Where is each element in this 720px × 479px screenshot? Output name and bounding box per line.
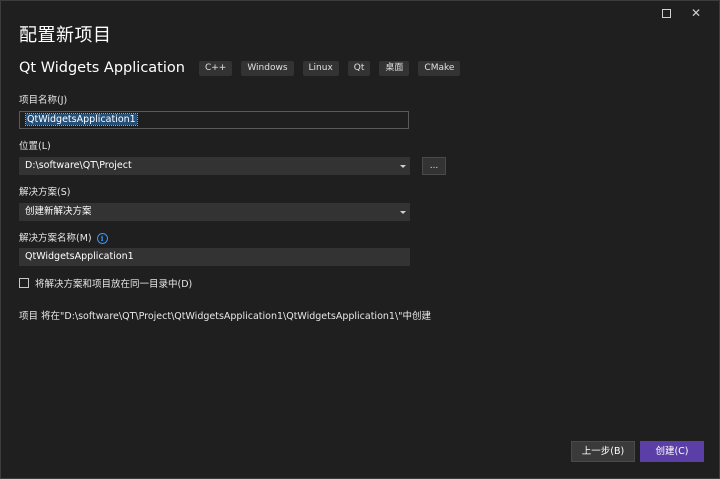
tag-windows: Windows	[241, 60, 294, 76]
browse-button[interactable]: ...	[422, 157, 446, 175]
solution-name-label-row: 解决方案名称(M) i	[19, 230, 108, 244]
tag-cpp: C++	[198, 60, 233, 76]
tag-linux: Linux	[302, 60, 339, 76]
solution-name-value: QtWidgetsApplication1	[25, 251, 134, 262]
project-name-input[interactable]: QtWidgetsApplication1	[19, 111, 409, 129]
dialog-window: ✕ 配置新项目 Qt Widgets Application C++ Windo…	[0, 0, 720, 479]
chevron-down-icon	[400, 211, 406, 214]
back-button[interactable]: 上一步(B)	[571, 441, 635, 462]
maximize-icon[interactable]	[651, 5, 681, 21]
solution-dropdown[interactable]: 创建新解决方案	[19, 203, 410, 221]
same-dir-checkbox[interactable]	[19, 278, 29, 288]
solution-value: 创建新解决方案	[25, 206, 92, 217]
location-value: D:\software\QT\Project	[25, 160, 132, 171]
create-button[interactable]: 创建(C)	[640, 441, 704, 462]
solution-name-input[interactable]: QtWidgetsApplication1	[19, 248, 410, 266]
tag-desktop: 桌面	[379, 60, 410, 76]
info-icon[interactable]: i	[96, 233, 108, 244]
solution-label: 解决方案(S)	[19, 187, 71, 198]
tag-qt: Qt	[347, 60, 371, 76]
same-dir-option[interactable]: 将解决方案和项目放在同一目录中(D)	[19, 276, 192, 290]
project-name-value: QtWidgetsApplication1	[25, 113, 138, 126]
window-controls: ✕	[651, 5, 711, 21]
chevron-down-icon	[400, 165, 406, 168]
close-icon[interactable]: ✕	[681, 5, 711, 21]
template-header: Qt Widgets Application C++ Windows Linux…	[19, 60, 469, 76]
location-label: 位置(L)	[19, 141, 51, 152]
tag-cmake: CMake	[418, 60, 461, 76]
project-path-note: 项目 将在"D:\software\QT\Project\QtWidgetsAp…	[19, 311, 432, 322]
template-name: Qt Widgets Application	[19, 60, 185, 76]
location-dropdown[interactable]: D:\software\QT\Project	[19, 157, 410, 175]
same-dir-label: 将解决方案和项目放在同一目录中(D)	[35, 279, 193, 290]
project-name-label: 项目名称(J)	[19, 95, 68, 106]
solution-name-label: 解决方案名称(M)	[19, 233, 92, 244]
page-title: 配置新项目	[19, 25, 112, 46]
